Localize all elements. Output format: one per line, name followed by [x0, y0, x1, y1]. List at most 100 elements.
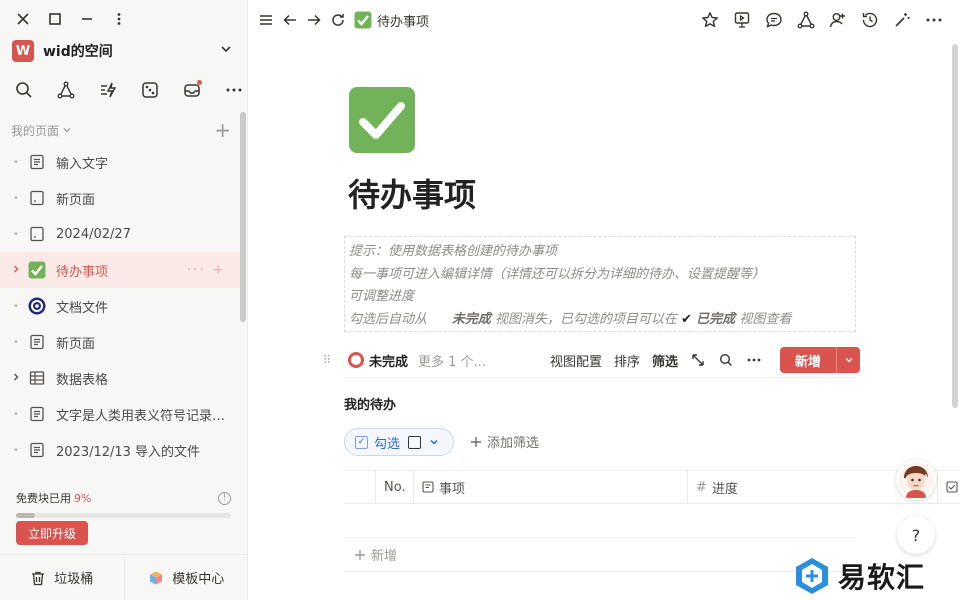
- bullet-icon: •: [13, 192, 19, 204]
- graph-icon[interactable]: [796, 10, 816, 30]
- sidebar-footer: 垃圾桶 模板中心: [0, 554, 248, 600]
- inbox-icon[interactable]: [182, 80, 202, 100]
- sidebar-item-date-page[interactable]: • 2024/02/27: [0, 216, 240, 252]
- chevron-right-icon[interactable]: [10, 372, 22, 385]
- more-views-link[interactable]: 更多 1 个...: [418, 351, 486, 370]
- sidebar-item-imported-file[interactable]: • 2023/12/13 导入的文件: [0, 432, 240, 468]
- search-icon[interactable]: [14, 80, 34, 100]
- checkbox-filter-chip[interactable]: ✓ 勾选: [344, 428, 454, 456]
- magic-icon[interactable]: [892, 10, 912, 30]
- table-header: No. 事项 # 进度: [344, 470, 960, 504]
- doc-icon: [28, 153, 46, 171]
- search-icon[interactable]: [718, 352, 734, 368]
- sidebar-item-text-page[interactable]: • 文字是人类用表义符号记录表达信息以传之久远的方式和工具: [0, 396, 240, 432]
- new-record-button[interactable]: 新增: [780, 347, 860, 373]
- sidebar-item-new-page[interactable]: • 新页面: [0, 180, 240, 216]
- trash-button[interactable]: 垃圾桶: [0, 555, 124, 600]
- plus-icon: [470, 436, 482, 448]
- column-header-checkbox[interactable]: [938, 471, 960, 503]
- sidebar-item-label: 文档文件: [56, 300, 109, 316]
- sort-button[interactable]: 排序: [614, 351, 640, 370]
- sidebar-item-label: 输入文字: [56, 156, 109, 172]
- column-label: No.: [384, 479, 406, 495]
- templates-button[interactable]: 模板中心: [123, 555, 249, 600]
- expand-icon[interactable]: [690, 352, 706, 368]
- sidebar-item-doc-file[interactable]: • 文档文件: [0, 288, 240, 324]
- view-config-button[interactable]: 视图配置: [550, 351, 602, 370]
- tip-block[interactable]: 提示：使用数据表格创建的待办事项 每一事项可进入编辑详情（详情还可以拆分为详细的…: [344, 236, 856, 332]
- comment-icon[interactable]: [764, 10, 784, 30]
- more-vertical-icon[interactable]: [110, 10, 128, 28]
- filter-chip-label: 勾选: [374, 436, 401, 452]
- sidebar-item-new-page-2[interactable]: • 新页面: [0, 324, 240, 360]
- sidebar-item-data-table[interactable]: 数据表格: [0, 360, 240, 396]
- more-icon[interactable]: [746, 352, 762, 368]
- dice-icon[interactable]: [140, 80, 160, 100]
- sidebar-item-label: 新页面: [56, 336, 96, 352]
- tip-line: 勾选后自动从 未完成 视图消失，已勾选的项目可以在 ✔ 已完成 视图查看: [349, 309, 851, 332]
- history-icon[interactable]: [860, 10, 880, 30]
- sidebar-item-input-text[interactable]: • 输入文字: [0, 144, 240, 180]
- page-emoji-icon[interactable]: [348, 86, 416, 154]
- chevron-down-icon: [219, 42, 233, 60]
- column-label: 事项: [439, 481, 466, 497]
- filter-button[interactable]: 筛选: [652, 351, 678, 370]
- templates-label: 模板中心: [172, 572, 225, 587]
- column-header-no[interactable]: No.: [376, 471, 414, 503]
- sidebar-item-todo[interactable]: 待办事项 ··· +: [0, 252, 240, 288]
- close-icon[interactable]: [14, 10, 32, 28]
- add-user-icon[interactable]: [828, 10, 848, 30]
- add-page-icon[interactable]: +: [214, 120, 231, 140]
- new-record-label[interactable]: 新增: [780, 347, 836, 373]
- workspace-name: wid的空间: [43, 44, 113, 60]
- column-header-item[interactable]: 事项: [414, 471, 688, 503]
- tip-line: 每一事项可进入编辑详情（详情还可以拆分为详细的待办、设置提醒等）: [349, 266, 766, 282]
- quick-action-icon[interactable]: [98, 80, 118, 100]
- help-button[interactable]: ?: [897, 516, 935, 554]
- main-scrollbar[interactable]: [952, 44, 958, 408]
- plus-icon: [354, 549, 366, 561]
- my-pages-title: 我的页面: [11, 123, 60, 138]
- view-tab-incomplete[interactable]: 未完成: [348, 351, 408, 370]
- checkbox-icon: [28, 261, 46, 279]
- my-pages-header[interactable]: 我的页面 +: [11, 120, 231, 140]
- page-title[interactable]: 待办事项: [348, 170, 476, 216]
- refresh-icon[interactable]: [330, 12, 346, 28]
- menu-icon[interactable]: [258, 12, 274, 28]
- more-icon[interactable]: [924, 10, 944, 30]
- sidebar: W wid的空间 我的页面 + • 输入文字 • 新页面 • 2024/02/2…: [0, 0, 248, 600]
- add-row-button[interactable]: 新增: [344, 538, 856, 572]
- breadcrumb[interactable]: 待办事项: [354, 11, 429, 30]
- sidebar-scrollbar[interactable]: [240, 112, 246, 322]
- text-type-icon: [422, 481, 434, 493]
- presentation-icon[interactable]: [732, 10, 752, 30]
- number-type-icon: #: [696, 479, 707, 495]
- chevron-right-icon[interactable]: [10, 264, 22, 277]
- checkbox-icon: ✓: [355, 435, 368, 449]
- graph-icon[interactable]: [56, 80, 76, 100]
- sidebar-item-label: 2024/02/27: [56, 226, 131, 242]
- add-filter-button[interactable]: 添加筛选: [470, 432, 539, 451]
- item-actions-icon[interactable]: ··· +: [186, 262, 226, 278]
- bullet-icon: •: [13, 408, 19, 420]
- back-arrow-icon[interactable]: [282, 12, 298, 28]
- forward-arrow-icon[interactable]: [306, 12, 322, 28]
- table-title[interactable]: 我的待办: [344, 394, 396, 413]
- quota-bar: [16, 513, 231, 518]
- info-icon[interactable]: !: [218, 491, 231, 505]
- sidebar-item-label: 文字是人类用表义符号记录表达信息以传之久远的方式和工具: [56, 408, 236, 424]
- assistant-avatar[interactable]: [896, 460, 936, 500]
- workspace-switcher[interactable]: W wid的空间: [12, 38, 233, 64]
- table-row[interactable]: [344, 504, 856, 538]
- drag-handle-icon[interactable]: ⠿: [320, 353, 334, 367]
- upgrade-button[interactable]: 立即升级: [16, 521, 88, 545]
- column-label: 进度: [711, 481, 738, 497]
- star-icon[interactable]: [700, 10, 720, 30]
- view-bar: ⠿ 未完成 更多 1 个... 视图配置 排序 筛选 新增: [320, 344, 860, 376]
- table-icon: [28, 369, 46, 387]
- maximize-icon[interactable]: [46, 10, 64, 28]
- more-icon[interactable]: [224, 80, 244, 100]
- chevron-down-icon[interactable]: [836, 347, 860, 373]
- minimize-icon[interactable]: [78, 10, 96, 28]
- chevron-down-icon: [429, 437, 439, 447]
